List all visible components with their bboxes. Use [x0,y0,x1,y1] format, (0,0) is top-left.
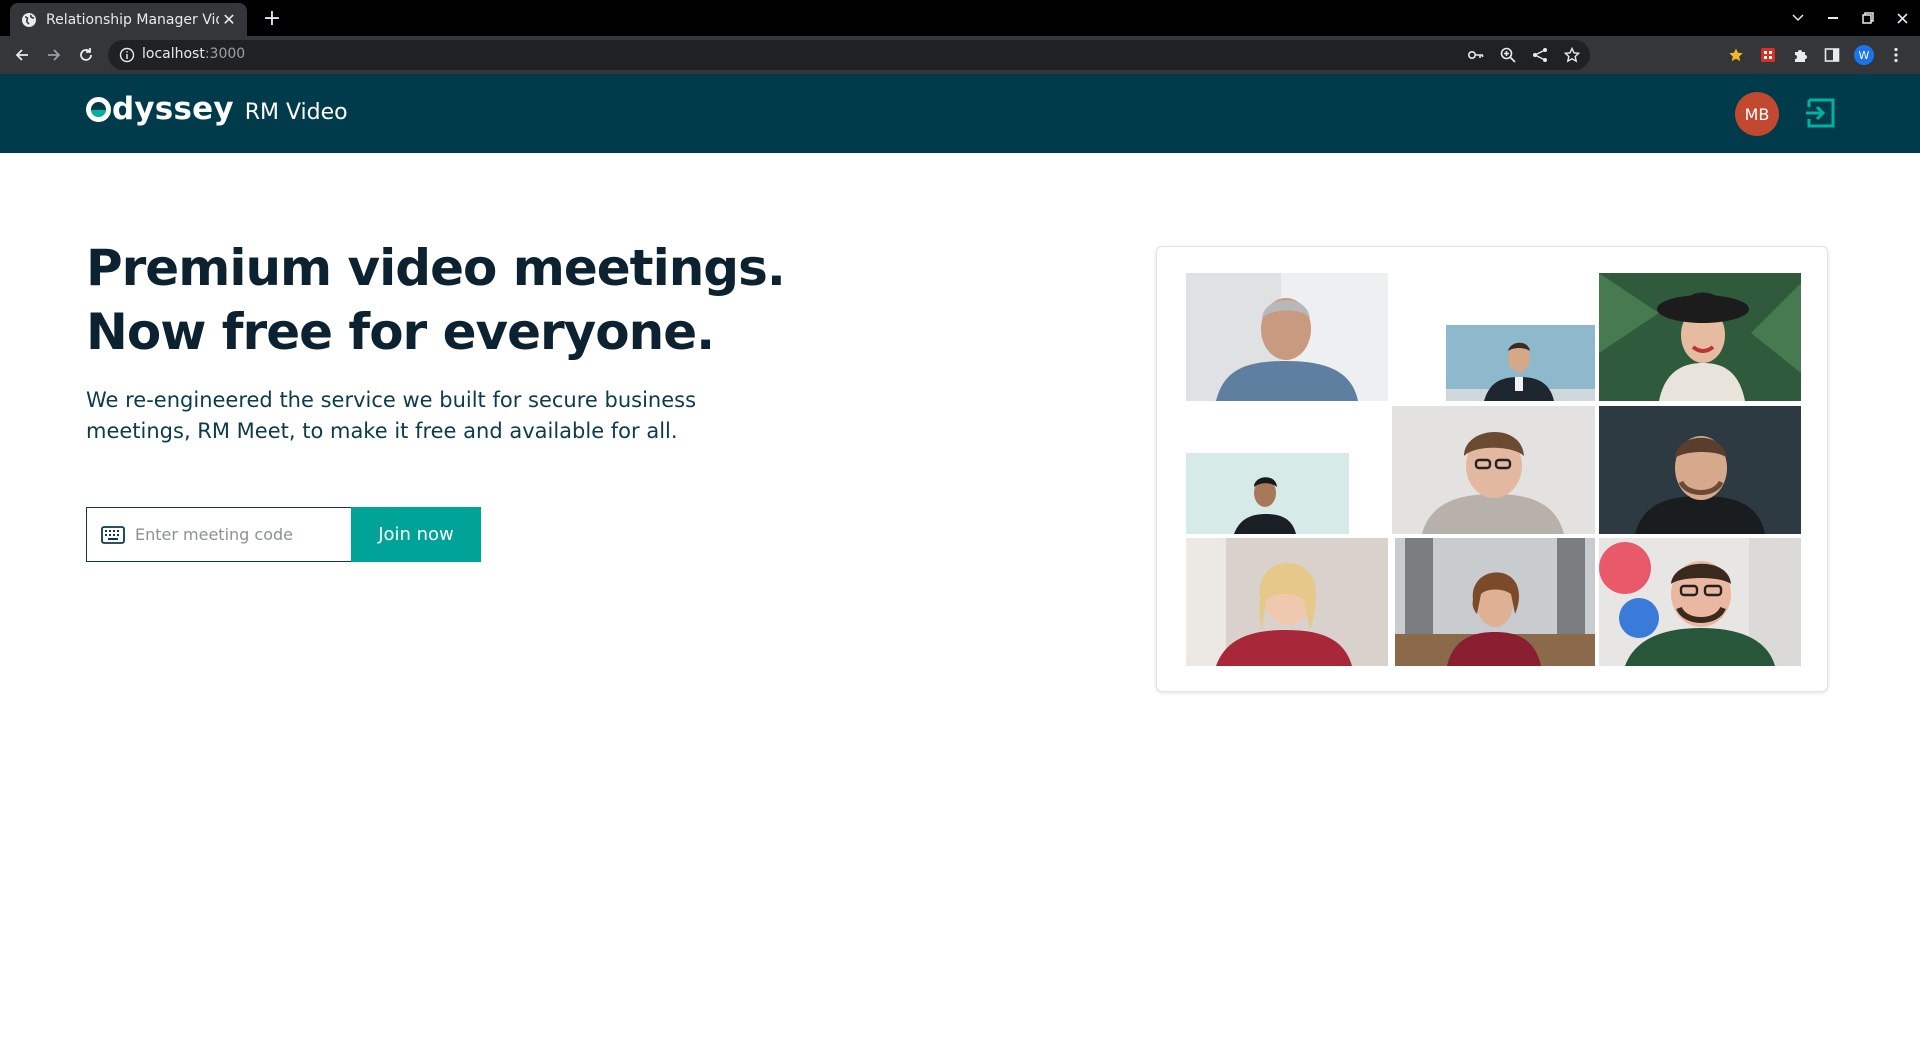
app-header: dyssey RM Video MB [0,74,1920,153]
odyssey-logo: dyssey [86,91,234,127]
keyboard-icon [101,526,125,544]
browser-tab[interactable]: Relationship Manager Video ✕ [10,3,247,36]
participant-tile [1395,538,1595,666]
logout-icon[interactable] [1805,97,1837,129]
participants-collage [1156,246,1828,692]
meeting-code-field [86,507,351,562]
new-tab-button[interactable]: + [258,6,286,31]
participant-tile [1186,538,1388,666]
back-icon[interactable] [10,43,34,67]
tab-search-icon[interactable] [1780,0,1815,36]
close-tab-icon[interactable]: ✕ [219,10,239,30]
participant-tile [1392,406,1595,534]
participant-tile [1599,406,1801,534]
site-info-icon[interactable] [119,47,135,63]
reload-icon[interactable] [74,43,98,67]
globe-icon [21,12,37,28]
address-bar[interactable]: localhost:3000 [108,40,1590,70]
product-name: RM Video [244,100,348,125]
participant-tile [1186,453,1349,534]
restore-icon[interactable] [1850,0,1885,36]
headline-line-2: Now free for everyone. [86,303,715,361]
share-icon[interactable] [1530,45,1550,65]
brand-logo[interactable]: dyssey RM Video [86,91,348,127]
browser-toolbar: localhost:3000 W [0,36,1920,74]
side-panel-icon[interactable] [1822,45,1842,65]
participant-tile [1599,273,1801,401]
tab-title: Relationship Manager Video [46,11,219,28]
headline-line-1: Premium video meetings. [86,239,786,297]
forward-icon[interactable] [42,43,66,67]
user-avatar[interactable]: MB [1735,92,1779,136]
participant-tile [1186,273,1388,401]
extension-red-icon[interactable] [1758,45,1778,65]
participant-tile [1599,538,1801,666]
hero-description: We re-engineered the service we built fo… [86,388,697,443]
minimize-icon[interactable] [1815,0,1850,36]
profile-avatar[interactable]: W [1854,45,1874,65]
puzzle-extensions-icon[interactable] [1790,45,1810,65]
browser-tabstrip: Relationship Manager Video ✕ + [0,0,1920,36]
favorite-star-icon[interactable] [1726,45,1746,65]
logo-o-mark [86,97,111,122]
join-now-button[interactable]: Join now [351,507,481,562]
zoom-icon[interactable] [1498,45,1518,65]
close-window-icon[interactable] [1885,0,1920,36]
key-icon[interactable] [1466,45,1486,65]
join-meeting-form: Join now [86,507,481,562]
url-text: localhost:3000 [142,46,246,62]
meeting-code-input[interactable] [135,508,350,561]
menu-kebab-icon[interactable] [1886,45,1906,65]
participant-tile [1446,325,1595,401]
page-headline: Premium video meetings. Now free for eve… [86,236,786,364]
bookmark-star-icon[interactable] [1562,45,1582,65]
